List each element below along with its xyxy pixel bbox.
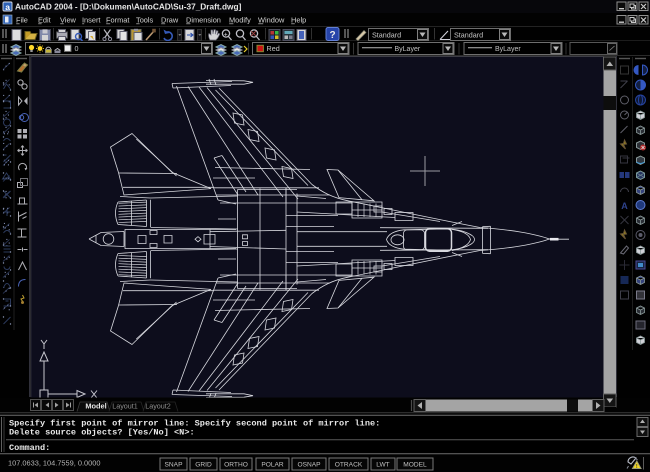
svg-text:!: ! (636, 464, 638, 470)
svg-text:POLAR: POLAR (261, 462, 284, 469)
svg-text:MODEL: MODEL (403, 462, 427, 469)
svg-text:Format: Format (106, 16, 129, 25)
svg-text:Modify: Modify (229, 16, 251, 25)
svg-text:Draw: Draw (161, 16, 179, 25)
svg-text:ByLayer: ByLayer (495, 46, 521, 53)
svg-text:Delete source objects? [Yes/No: Delete source objects? [Yes/No] <N>: (9, 428, 195, 438)
svg-text:Layout1: Layout1 (112, 402, 138, 411)
svg-text:View: View (60, 16, 77, 25)
svg-text:LWT: LWT (376, 462, 389, 469)
svg-text:Tools: Tools (136, 16, 154, 25)
svg-text:Insert: Insert (82, 16, 100, 25)
svg-text:OTRACK: OTRACK (335, 462, 363, 469)
svg-text:?: ? (329, 30, 335, 41)
svg-text:ByLayer: ByLayer (395, 46, 421, 53)
svg-text:Command:: Command: (9, 443, 50, 453)
svg-text:Edit: Edit (38, 16, 51, 25)
svg-text:Help: Help (291, 16, 306, 25)
svg-text:SNAP: SNAP (165, 462, 184, 469)
svg-text:107.0633, 104.7559, 0.0000: 107.0633, 104.7559, 0.0000 (8, 459, 100, 468)
svg-text:Standard: Standard (372, 30, 401, 39)
svg-text:ORTHO: ORTHO (224, 462, 248, 469)
svg-text:Red: Red (267, 44, 280, 53)
svg-text:GRID: GRID (195, 462, 212, 469)
svg-text:AutoCAD 2004 - [D:\Dokumen\Aut: AutoCAD 2004 - [D:\Dokumen\AutoCAD\Su-37… (15, 2, 242, 12)
svg-text:A: A (621, 201, 628, 211)
svg-text:Layout2: Layout2 (145, 402, 171, 411)
svg-text:File: File (16, 16, 28, 25)
svg-text:OSNAP: OSNAP (297, 462, 321, 469)
svg-text:0: 0 (75, 44, 79, 53)
svg-text:Standard: Standard (454, 30, 483, 39)
svg-text:Dimension: Dimension (186, 16, 221, 25)
svg-text:+: + (224, 32, 228, 38)
svg-text:Model: Model (85, 402, 106, 411)
svg-text:Window: Window (258, 16, 285, 25)
svg-text:a: a (5, 2, 10, 12)
